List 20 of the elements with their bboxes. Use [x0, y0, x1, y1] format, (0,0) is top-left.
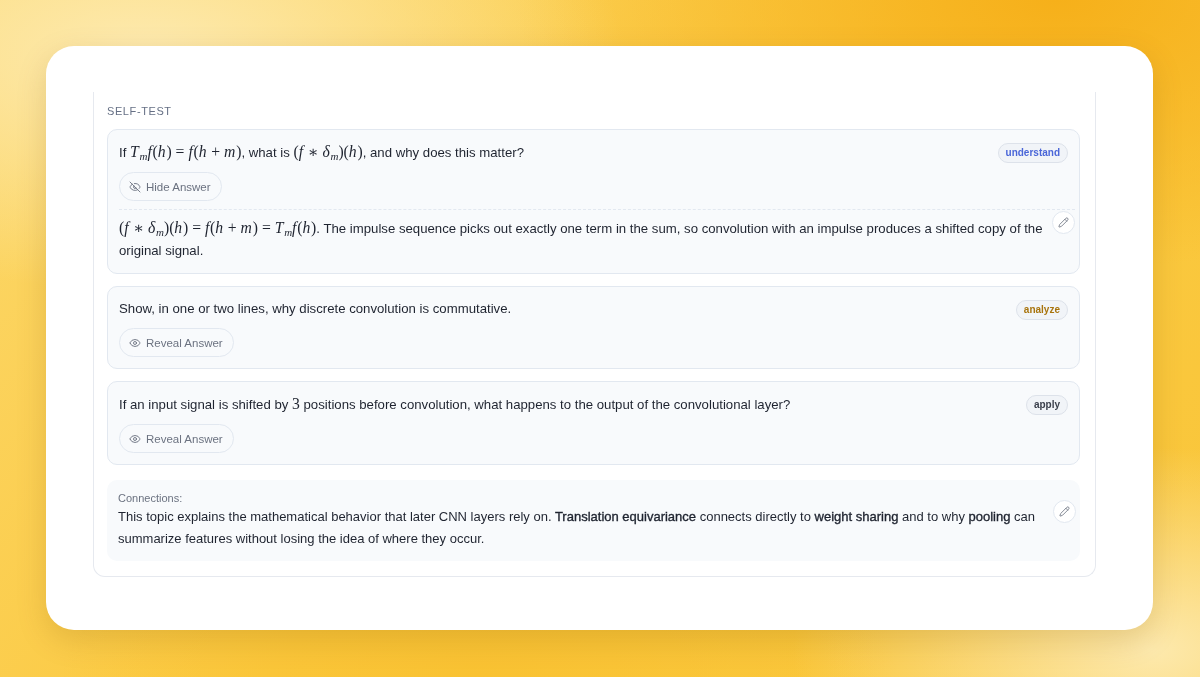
eye-icon: [129, 432, 141, 445]
connections-text: This topic explains the mathematical behavior that later CNN layers rely on. Translation equivariance connects directly to weight sharing and to why pooling can summarize features without losing the idea of where they occur.: [118, 508, 1036, 548]
pencil-icon: [1059, 506, 1070, 517]
level-tag: apply: [1025, 395, 1068, 415]
answer-toggle-button[interactable]: Reveal Answer: [119, 424, 234, 453]
level-tag: understand: [997, 143, 1068, 163]
edit-button[interactable]: [1052, 211, 1075, 234]
edit-button[interactable]: [1053, 500, 1076, 523]
question-text: Show, in one or two lines, why discrete convolution is commutative.: [119, 300, 512, 318]
pencil-icon: [1058, 217, 1069, 228]
section-title: SELF-TEST: [107, 104, 172, 118]
eye-off-icon: [129, 180, 141, 193]
connections-label: Connections:: [118, 491, 183, 506]
eye-icon: [129, 336, 141, 349]
answer-toggle-button[interactable]: Reveal Answer: [119, 328, 234, 357]
answer-text: (f ∗ δ$_{m}$)(h) = f(h + m) = T$_{m}$f(h). The impulse sequence picks out exactly one term in the sum, so convolution with an impulse produces a shifted copy of the original signal.: [119, 218, 1044, 260]
question-text: If T$_{m}$f(h) = f(h + m), what is (f ∗ δ$_{m}$)(h), and why does this matter?: [119, 142, 524, 164]
question-text: If an input signal is shifted by 3 positions before convolution, what happens to the output of the convolutional layer?: [119, 394, 791, 414]
level-tag: analyze: [1015, 300, 1068, 320]
answer-toggle-button[interactable]: Hide Answer: [119, 172, 222, 201]
